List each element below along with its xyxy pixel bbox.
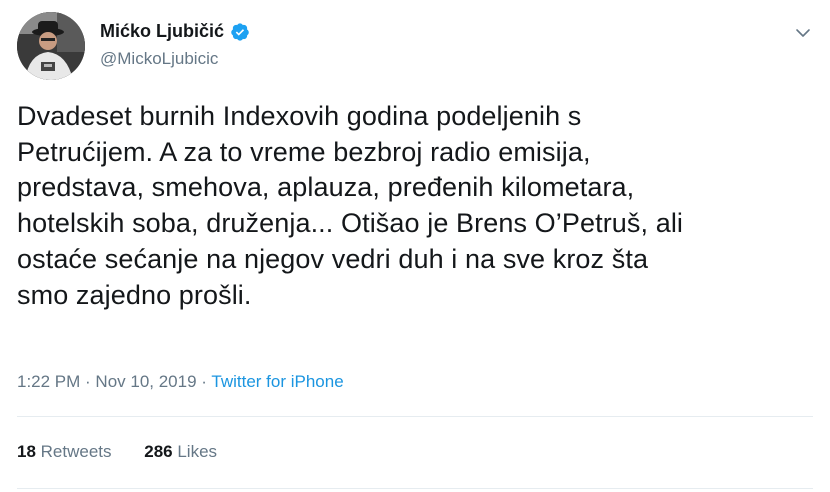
meta-separator: · — [80, 372, 96, 391]
tweet-text: Dvadeset burnih Indexovih godina podelje… — [17, 101, 684, 310]
likes-label: Likes — [172, 442, 218, 461]
retweets-stat[interactable]: 18 Retweets — [17, 442, 112, 461]
tweet-meta: 1:22 PM · Nov 10, 2019 · Twitter for iPh… — [17, 372, 344, 392]
tweet-source-link[interactable]: Twitter for iPhone — [211, 372, 343, 391]
author-handle[interactable]: @MickoLjubicic — [100, 49, 218, 69]
tweet-date[interactable]: Nov 10, 2019 — [95, 372, 196, 391]
tweet-stats: 18 Retweets 286 Likes — [17, 442, 217, 462]
meta-separator: · — [196, 372, 212, 391]
chevron-down-icon[interactable] — [792, 22, 814, 44]
retweets-count: 18 — [17, 442, 36, 461]
divider — [17, 416, 813, 417]
retweets-label: Retweets — [35, 442, 112, 461]
author-name-row: Mićko Ljubičić — [100, 21, 250, 42]
tweet-time[interactable]: 1:22 PM — [17, 372, 80, 391]
verified-badge-icon — [230, 22, 250, 42]
avatar[interactable] — [17, 12, 85, 80]
tweet-card: Mićko Ljubičić @MickoLjubicic Dvadeset b… — [0, 0, 830, 492]
divider — [17, 488, 813, 489]
likes-count: 286 — [144, 442, 173, 461]
display-name[interactable]: Mićko Ljubičić — [100, 21, 224, 42]
likes-stat[interactable]: 286 Likes — [144, 442, 217, 461]
